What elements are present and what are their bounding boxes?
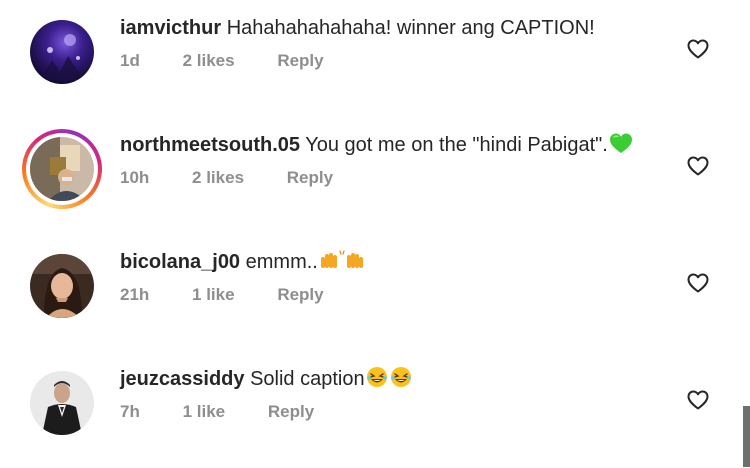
avatar-image (30, 254, 94, 318)
comment-likes[interactable]: 1 like (192, 285, 235, 304)
avatar-image (30, 371, 94, 435)
comment-meta: 7h 1 like Reply (120, 401, 352, 423)
scrollbar-thumb[interactable] (743, 406, 750, 467)
comment-meta: 21h 1 like Reply (120, 284, 362, 306)
laughing-emoji-icon (366, 367, 411, 387)
avatar-bicolana[interactable] (30, 254, 94, 318)
heart-outline-icon[interactable] (686, 271, 710, 295)
reply-button[interactable]: Reply (268, 402, 314, 421)
comment-username[interactable]: bicolana_j00 (120, 251, 240, 273)
comment-body: northmeetsouth.05 You got me on the "hin… (120, 131, 633, 159)
avatar-jeuzcassiddy[interactable] (30, 371, 94, 435)
comment-text: Solid caption (250, 368, 365, 390)
avatar-image (30, 20, 94, 84)
avatar-iamvicthur[interactable] (30, 20, 94, 84)
comment-meta: 10h 2 likes Reply (120, 167, 371, 189)
comment-time: 7h (120, 402, 140, 421)
comment-body: iamvicthur Hahahahahahaha! winner ang CA… (120, 14, 595, 42)
comment-item: iamvicthur Hahahahahahaha! winner ang CA… (0, 0, 750, 117)
avatar-image (30, 137, 94, 201)
reply-button[interactable]: Reply (277, 285, 323, 304)
comment-meta: 1d 2 likes Reply (120, 50, 362, 72)
comment-likes[interactable]: 2 likes (192, 168, 244, 187)
comment-text: You got me on the "hindi Pabigat". (305, 134, 608, 156)
comment-body: bicolana_j00 emmm.. (120, 248, 365, 276)
comment-item: bicolana_j00 emmm.. 21h 1 like Reply (0, 234, 750, 351)
comment-body: jeuzcassiddy Solid caption (120, 365, 412, 393)
reply-button[interactable]: Reply (277, 51, 323, 70)
comment-likes[interactable]: 1 like (183, 402, 226, 421)
heart-outline-icon[interactable] (686, 154, 710, 178)
comment-item: northmeetsouth.05 You got me on the "hin… (0, 117, 750, 234)
green-heart-emoji-icon (609, 133, 632, 153)
raising-hands-emoji-icon (320, 250, 363, 268)
avatar-northmeetsouth[interactable] (22, 129, 102, 209)
comment-time: 21h (120, 285, 150, 304)
comment-time: 10h (120, 168, 150, 187)
comment-text: Hahahahahahaha! winner ang CAPTION! (226, 17, 595, 39)
comment-username[interactable]: northmeetsouth.05 (120, 134, 300, 156)
comment-item: jeuzcassiddy Solid caption 7h 1 like Rep… (0, 351, 750, 468)
comment-username[interactable]: iamvicthur (120, 17, 221, 39)
comment-time: 1d (120, 51, 140, 70)
comment-text: emmm.. (245, 251, 318, 273)
heart-outline-icon[interactable] (686, 37, 710, 61)
comment-username[interactable]: jeuzcassiddy (120, 368, 245, 390)
heart-outline-icon[interactable] (686, 388, 710, 412)
comment-likes[interactable]: 2 likes (183, 51, 235, 70)
reply-button[interactable]: Reply (287, 168, 333, 187)
